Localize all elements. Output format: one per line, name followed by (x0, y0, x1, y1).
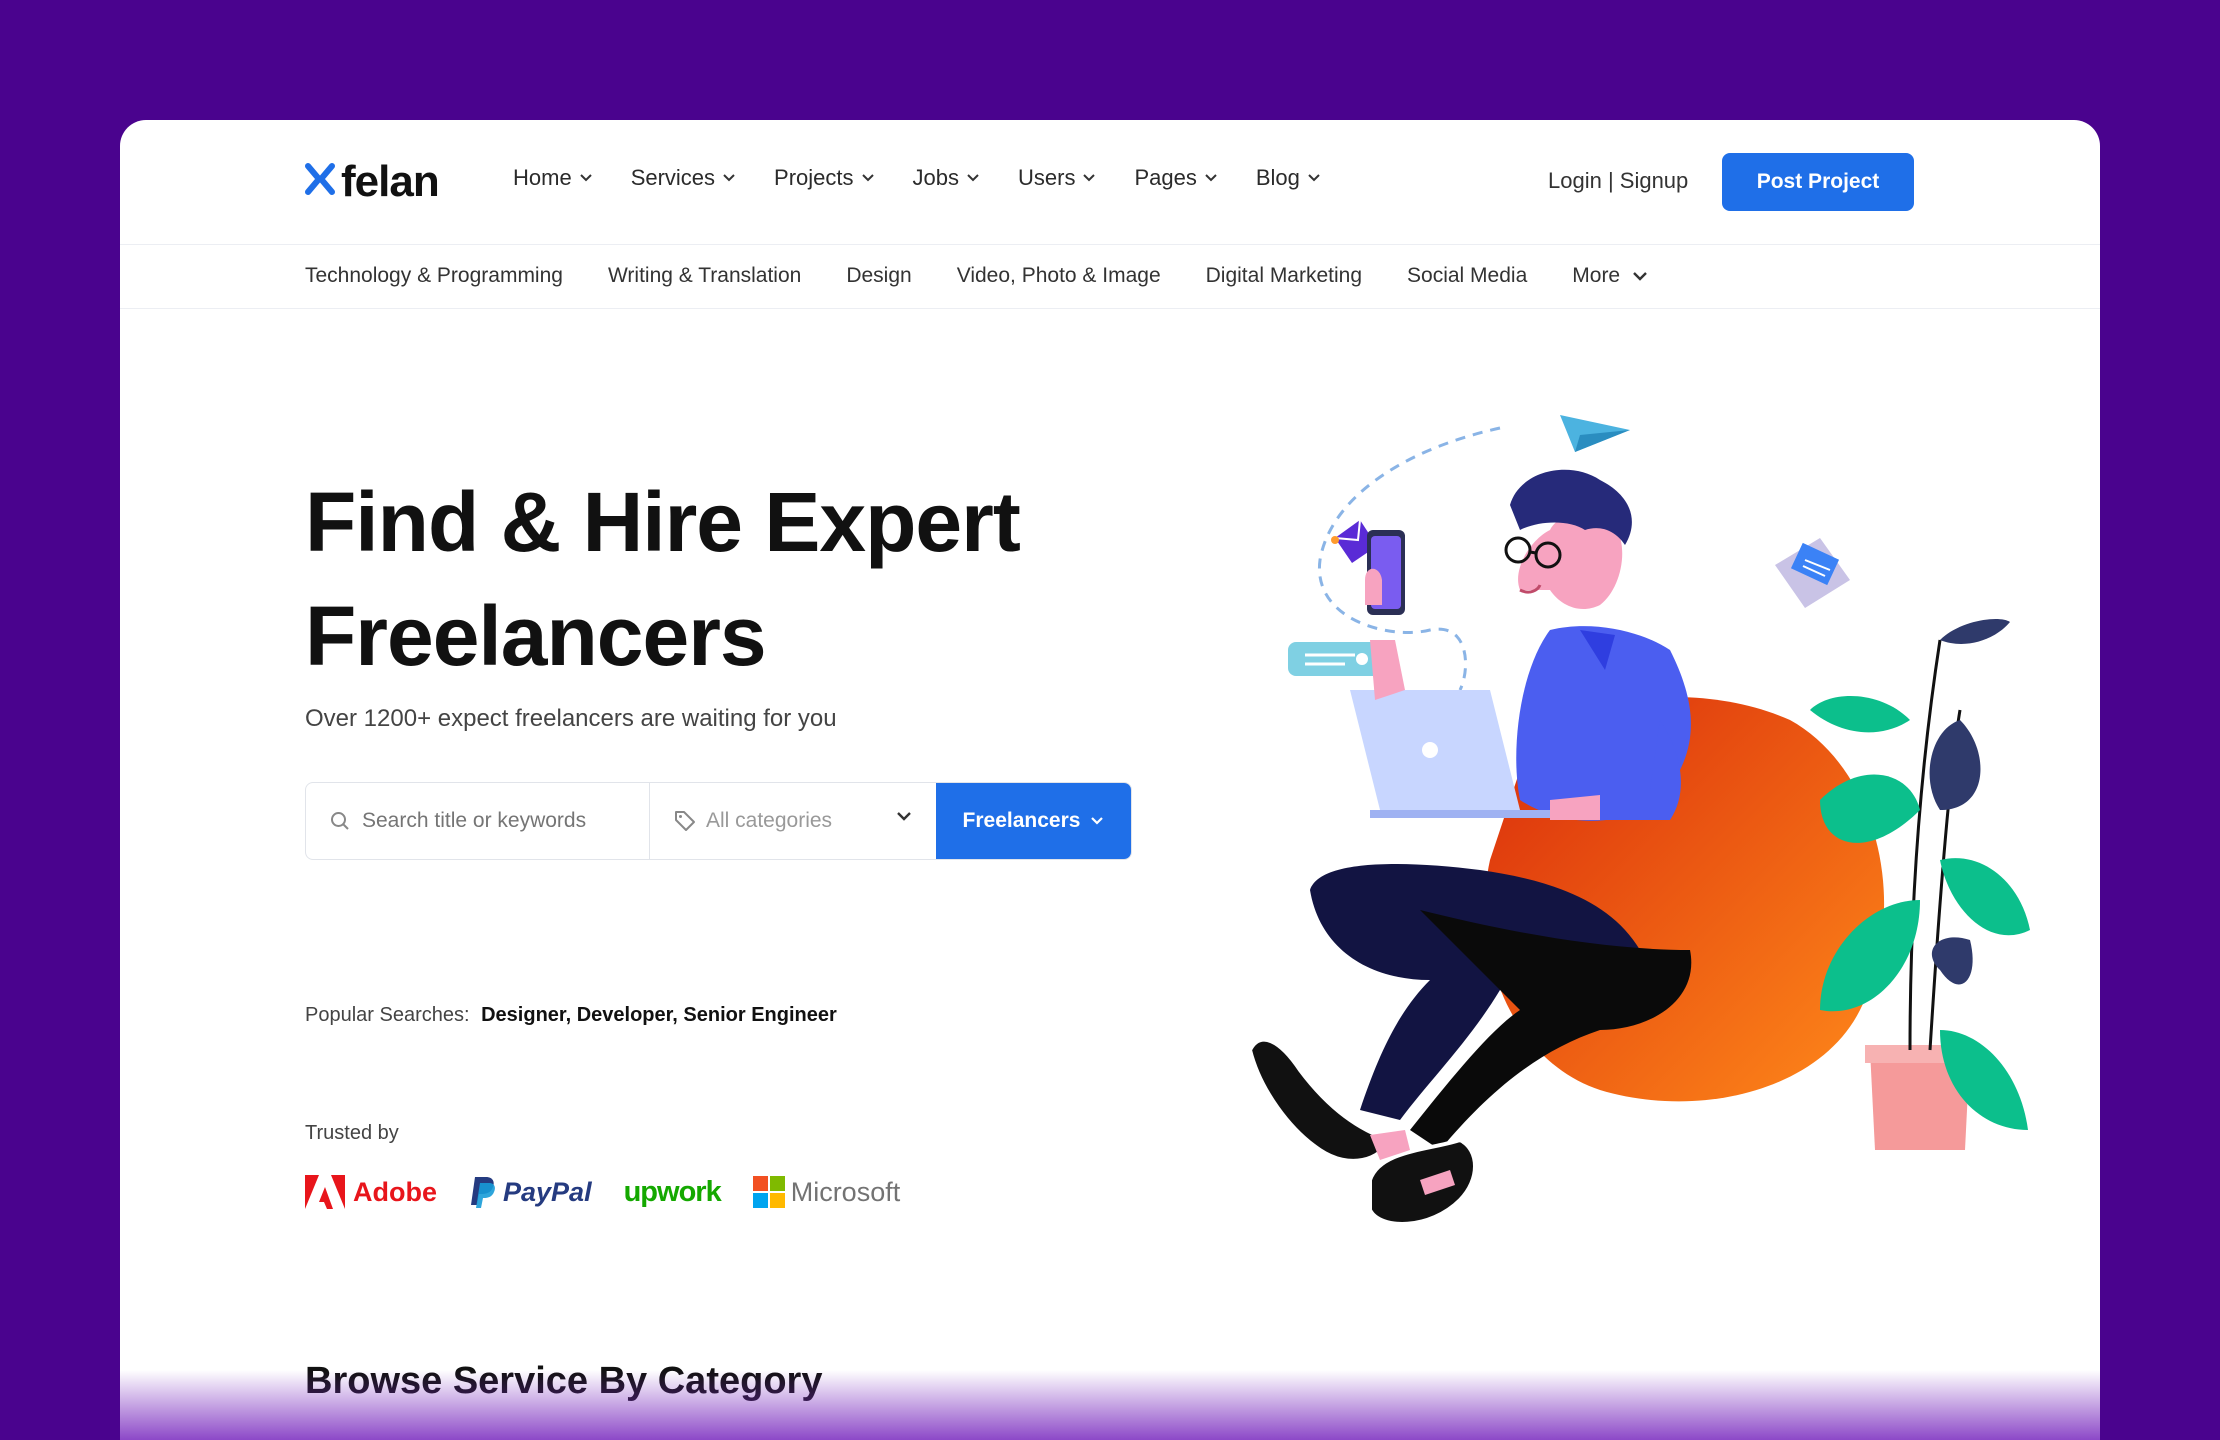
category-technology[interactable]: Technology & Programming (305, 264, 563, 288)
category-marketing[interactable]: Digital Marketing (1206, 264, 1362, 288)
search-icon (331, 812, 349, 830)
nav-blog-label: Blog (1255, 165, 1300, 190)
category-more[interactable]: More (1572, 264, 1648, 288)
nav-home-label: Home (513, 165, 572, 190)
adobe-logo-icon (305, 1175, 345, 1209)
chevron-down-icon (861, 174, 874, 182)
hero-title: Find & Hire Expert Freelancers (305, 465, 1021, 693)
nav-blog[interactable]: Blog (1256, 165, 1321, 191)
brand-microsoft: Microsoft (752, 1176, 901, 1208)
nav-pages-label: Pages (1134, 165, 1197, 190)
brand-upwork: upwork (623, 1175, 722, 1208)
hero-title-line2: Freelancers (305, 589, 767, 683)
brand-paypal: PayPal (469, 1175, 592, 1209)
category-video[interactable]: Video, Photo & Image (957, 264, 1161, 288)
nav-services[interactable]: Services (631, 165, 736, 191)
logo-text: felan (341, 157, 440, 206)
logo[interactable]: felan (305, 157, 440, 206)
nav-jobs-label: Jobs (912, 165, 960, 190)
browser-window: felan Home Services Projects Jobs Users … (120, 120, 2100, 1440)
brand-adobe-text: Adobe (353, 1176, 437, 1207)
nav-home[interactable]: Home (513, 165, 593, 191)
category-select[interactable]: All categories (650, 783, 936, 859)
chevron-down-icon (1205, 174, 1217, 182)
top-navbar: felan Home Services Projects Jobs Users … (120, 120, 2100, 245)
category-design[interactable]: Design (846, 264, 911, 288)
login-signup-link[interactable]: Login | Signup (1548, 168, 1688, 194)
popular-label: Popular Searches: (305, 1004, 470, 1026)
logo-icon (305, 163, 335, 195)
nav-users[interactable]: Users (1018, 165, 1096, 191)
hero-subtitle: Over 1200+ expect freelancers are waitin… (305, 705, 837, 732)
chevron-down-icon (967, 174, 979, 182)
brand-paypal-text: PayPal (503, 1176, 592, 1207)
popular-searches: Popular Searches: Designer, Developer, S… (305, 1004, 837, 1027)
message-card-icon (1288, 642, 1382, 676)
nav-jobs[interactable]: Jobs (913, 165, 980, 191)
chevron-down-icon (897, 812, 911, 821)
chevron-down-icon (579, 174, 592, 182)
bottom-fade (120, 1370, 2100, 1440)
nav-projects[interactable]: Projects (774, 165, 874, 191)
brand-adobe: Adobe (305, 1175, 437, 1209)
category-writing[interactable]: Writing & Translation (608, 264, 801, 288)
search-field[interactable] (306, 783, 650, 859)
freelancers-search-button[interactable]: Freelancers (936, 783, 1131, 859)
category-select-value: All categories (706, 809, 833, 832)
main-nav: Home Services Projects Jobs Users Pages … (513, 165, 1359, 191)
search-input[interactable] (360, 808, 644, 834)
search-bar: All categories Freelancers (305, 782, 1132, 860)
freelancers-button-label: Freelancers (962, 809, 1081, 832)
chevron-down-icon (1083, 174, 1096, 182)
trusted-brands: Adobe PayPal upwork Microsoft (305, 1172, 932, 1212)
hero-title-line1: Find & Hire Expert (305, 475, 1021, 569)
chevron-down-icon (723, 174, 735, 182)
hero-illustration (1247, 415, 2030, 1226)
nav-projects-label: Projects (774, 165, 854, 190)
category-social[interactable]: Social Media (1407, 264, 1527, 288)
paper-plane-icon (1560, 415, 1630, 452)
microsoft-logo-icon (752, 1176, 785, 1208)
nav-services-label: Services (630, 165, 716, 190)
brand-microsoft-text: Microsoft (790, 1176, 901, 1207)
nav-users-label: Users (1018, 165, 1076, 190)
nav-pages[interactable]: Pages (1134, 165, 1217, 191)
chevron-down-icon (1308, 174, 1320, 182)
popular-terms[interactable]: Designer, Developer, Senior Engineer (481, 1004, 837, 1026)
category-bar: Technology & Programming Writing & Trans… (120, 244, 2100, 309)
paypal-logo-icon (471, 1177, 495, 1208)
trusted-by-label: Trusted by (305, 1122, 399, 1144)
mail-icon (1775, 538, 1850, 608)
post-project-button[interactable]: Post Project (1722, 153, 1914, 211)
chevron-down-icon (1633, 272, 1647, 281)
more-label: More (1572, 264, 1621, 287)
tag-icon (675, 811, 695, 831)
chevron-down-icon (1091, 817, 1104, 825)
